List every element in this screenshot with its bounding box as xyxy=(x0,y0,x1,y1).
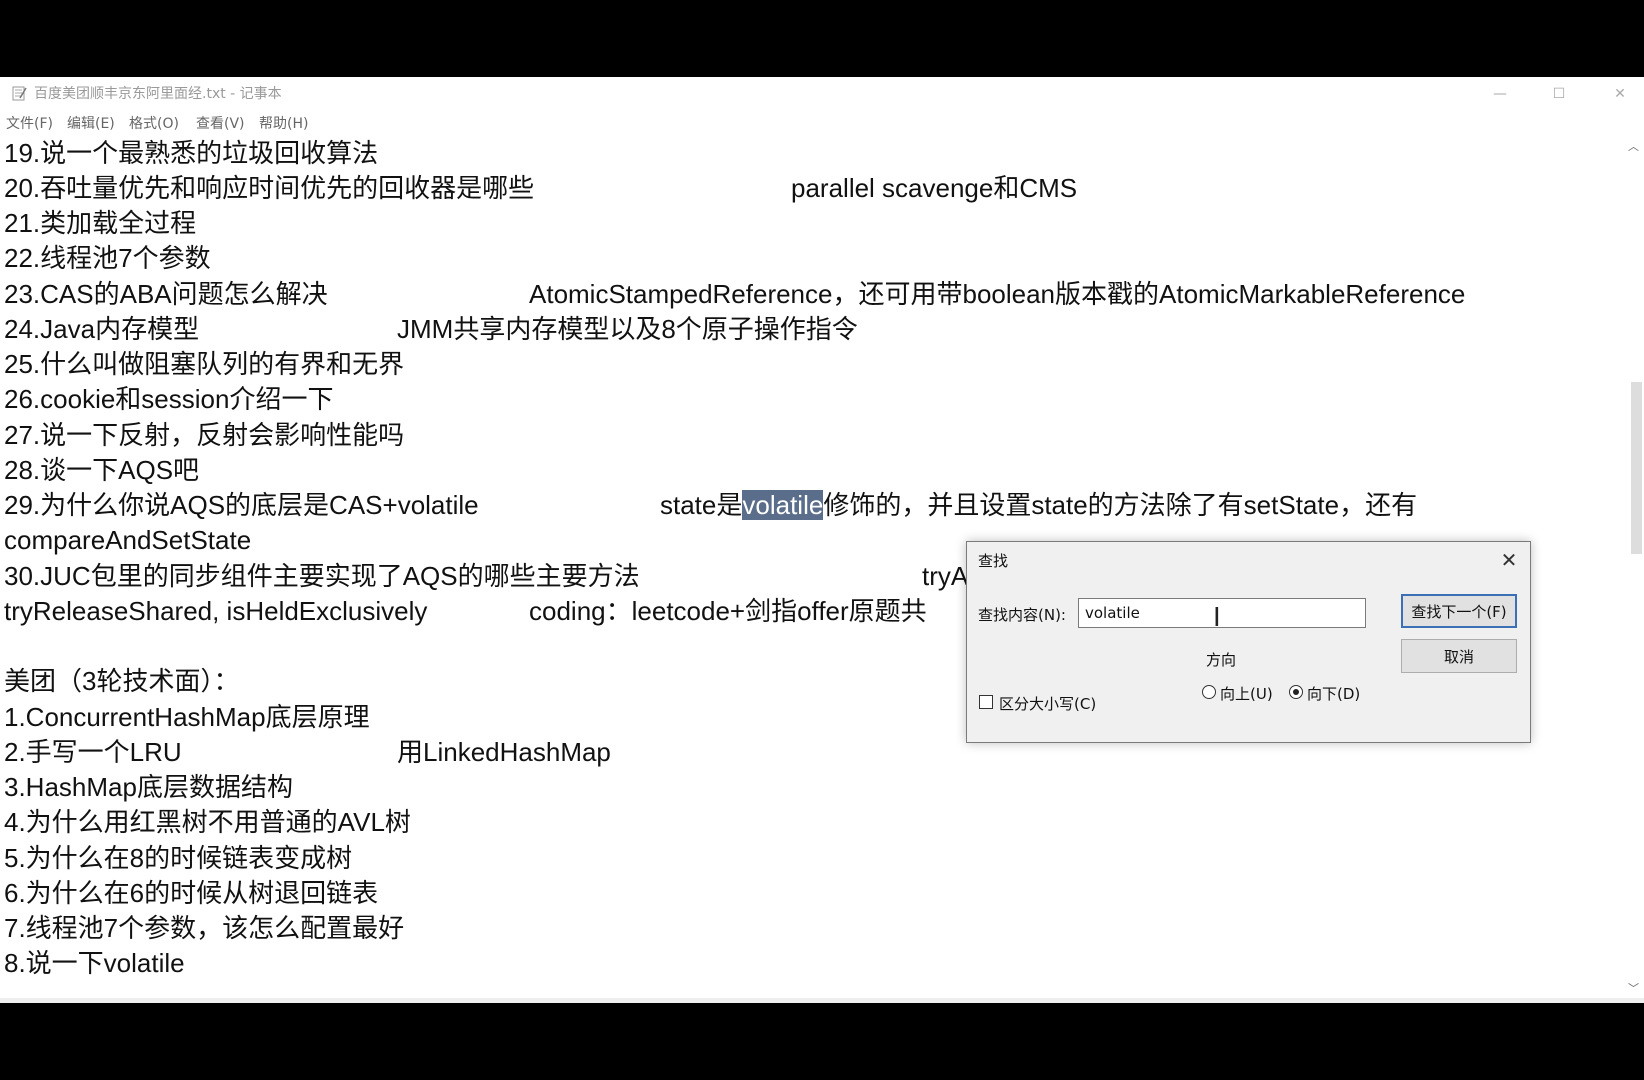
vertical-scrollbar[interactable]: ︿ ﹀ xyxy=(1625,136,1644,998)
notepad-window: 百度美团顺丰京东阿里面经.txt - 记事本 — ☐ ✕ 文件(F) 编辑(E)… xyxy=(0,77,1644,1003)
dialog-title: 查找 xyxy=(978,552,1009,570)
notepad-icon xyxy=(12,86,27,101)
close-button[interactable]: ✕ xyxy=(1596,77,1644,110)
direction-up-radio[interactable] xyxy=(1202,685,1216,699)
text-line: 8.说一下volatile xyxy=(4,948,185,978)
find-input[interactable] xyxy=(1078,598,1366,628)
minimize-button[interactable]: — xyxy=(1476,77,1524,110)
text-line: 4.为什么用红黑树不用普通的AVL树 xyxy=(4,807,411,837)
text-line: 30.JUC包里的同步组件主要实现了AQS的哪些主要方法 xyxy=(4,561,640,591)
menu-edit[interactable]: 编辑(E) xyxy=(67,113,115,133)
find-next-button[interactable]: 查找下一个(F) xyxy=(1401,594,1517,628)
menu-help[interactable]: 帮助(H) xyxy=(259,113,308,133)
scroll-thumb[interactable] xyxy=(1631,382,1642,554)
text-line-note: AtomicStampedReference，还可用带boolean版本戳的At… xyxy=(529,279,1466,309)
text-line: 29.为什么你说AQS的底层是CAS+volatile xyxy=(4,490,479,520)
minimize-icon: — xyxy=(1493,85,1507,102)
text-line: 25.什么叫做阻塞队列的有界和无界 xyxy=(4,349,405,379)
maximize-icon: ☐ xyxy=(1552,85,1566,102)
text-line: 23.CAS的ABA问题怎么解决 xyxy=(4,279,328,309)
cancel-button[interactable]: 取消 xyxy=(1401,639,1517,673)
match-case-label[interactable]: 区分大小写(C) xyxy=(999,693,1096,714)
menu-format[interactable]: 格式(O) xyxy=(129,113,179,133)
scroll-down-icon[interactable]: ﹀ xyxy=(1628,980,1639,996)
text-line: compareAndSetState xyxy=(4,525,252,555)
text-line: 7.线程池7个参数，该怎么配置最好 xyxy=(4,913,405,943)
text-line: 20.吞吐量优先和响应时间优先的回收器是哪些 xyxy=(4,173,535,203)
direction-up-label[interactable]: 向上(U) xyxy=(1220,683,1273,704)
maximize-button[interactable]: ☐ xyxy=(1535,77,1583,110)
text-line: 美团（3轮技术面）： xyxy=(4,666,240,696)
text-line: 19.说一个最熟悉的垃圾回收算法 xyxy=(4,138,379,168)
find-dialog: 查找 ✕ 查找内容(N): I 查找下一个(F) 取消 方向 向上(U) 向下(… xyxy=(966,541,1531,743)
text-line-note: tryA xyxy=(922,561,969,591)
menu-view[interactable]: 查看(V) xyxy=(196,113,245,133)
find-label: 查找内容(N): xyxy=(978,606,1066,624)
text-line: 1.ConcurrentHashMap底层原理 xyxy=(4,702,370,732)
window-title: 百度美团顺丰京东阿里面经.txt - 记事本 xyxy=(34,86,282,102)
text-line-note: state是volatile修饰的，并且设置state的方法除了有setStat… xyxy=(660,490,1418,520)
text-line: 6.为什么在6的时候从树退回链表 xyxy=(4,878,379,908)
selected-text: volatile xyxy=(742,490,824,520)
text-line: 5.为什么在8的时候链表变成树 xyxy=(4,843,353,873)
direction-down-label[interactable]: 向下(D) xyxy=(1307,683,1360,704)
text-line-note: parallel scavenge和CMS xyxy=(791,173,1078,203)
text-line-note: 用LinkedHashMap xyxy=(397,737,611,767)
direction-label: 方向 xyxy=(1206,651,1237,669)
match-case-checkbox[interactable] xyxy=(979,695,993,709)
text-line: 3.HashMap底层数据结构 xyxy=(4,772,293,802)
text-line-note: JMM共享内存模型以及8个原子操作指令 xyxy=(397,314,858,344)
title-bar: 百度美团顺丰京东阿里面经.txt - 记事本 — ☐ ✕ xyxy=(0,77,1644,110)
close-icon: ✕ xyxy=(1614,85,1626,102)
text-line: tryReleaseShared, isHeldExclusively xyxy=(4,596,428,626)
text-cursor-icon: I xyxy=(1213,603,1221,633)
scroll-up-icon[interactable]: ︿ xyxy=(1628,138,1639,154)
menu-file[interactable]: 文件(F) xyxy=(6,113,53,133)
text-line: 26.cookie和session介绍一下 xyxy=(4,384,334,414)
menu-bar: 文件(F) 编辑(E) 格式(O) 查看(V) 帮助(H) xyxy=(0,110,1644,136)
close-icon: ✕ xyxy=(1500,548,1518,572)
dialog-close-button[interactable]: ✕ xyxy=(1497,548,1521,572)
radio-selected-dot xyxy=(1293,689,1299,695)
text-line: 21.类加载全过程 xyxy=(4,208,197,238)
text-line-note: coding：leetcode+剑指offer原题共 xyxy=(529,596,927,626)
text-line: 28.谈一下AQS吧 xyxy=(4,455,200,485)
direction-down-radio[interactable] xyxy=(1289,685,1303,699)
text-line: 22.线程池7个参数 xyxy=(4,243,211,273)
text-line: 27.说一下反射，反射会影响性能吗 xyxy=(4,420,405,450)
text-line: 2.手写一个LRU xyxy=(4,737,182,767)
text-line: 24.Java内存模型 xyxy=(4,314,200,344)
horizontal-scrollbar[interactable] xyxy=(0,998,1644,1003)
